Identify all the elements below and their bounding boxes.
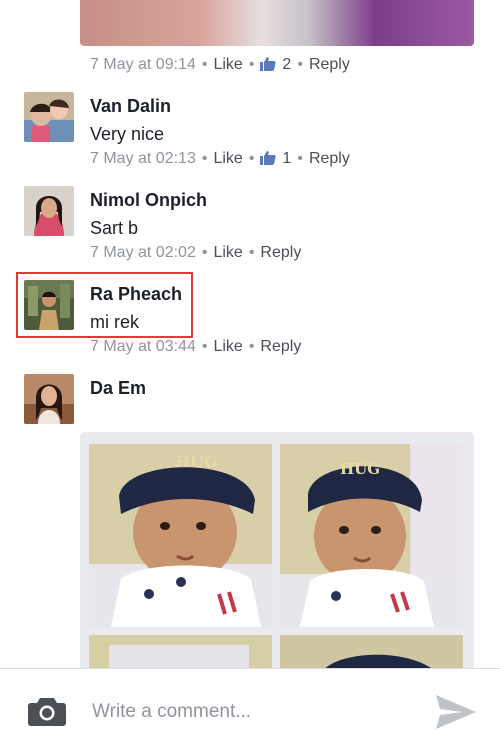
- avatar[interactable]: [24, 92, 74, 142]
- send-icon[interactable]: [434, 693, 478, 731]
- reply-button[interactable]: Reply: [309, 150, 350, 168]
- separator-dot: •: [201, 244, 208, 261]
- timestamp: 7 May at 03:44: [90, 338, 196, 355]
- photo-tile[interactable]: [89, 635, 272, 668]
- timestamp: 7 May at 09:14: [90, 56, 196, 73]
- timestamp: 7 May at 02:02: [90, 244, 196, 261]
- reply-button[interactable]: Reply: [260, 244, 301, 262]
- photo-tile[interactable]: HUG: [280, 444, 463, 627]
- comment-feed[interactable]: 7 May at 09:14 • Like • 2 • Reply Van Dalin Ve…: [0, 0, 500, 668]
- comment-text: Very nice: [90, 124, 165, 144]
- comment-composer: [0, 668, 500, 753]
- reply-button[interactable]: Reply: [260, 338, 301, 356]
- separator-dot: •: [248, 150, 255, 167]
- separator-dot: •: [297, 150, 303, 167]
- commenter-name[interactable]: Van Dalin: [90, 96, 171, 117]
- comment-input[interactable]: [90, 691, 414, 733]
- reaction-count[interactable]: 2: [282, 56, 291, 74]
- photo-tile[interactable]: [280, 635, 463, 668]
- comment-actions: 7 May at 02:13 • Like • 1 • Reply: [90, 150, 350, 168]
- photo-cap-text: HUG: [175, 452, 218, 471]
- comment-actions: 7 May at 02:02 • Like • Reply: [90, 244, 301, 262]
- photo-cap-text: HUG: [340, 460, 381, 478]
- comment-text: Sart b: [90, 218, 139, 238]
- like-button[interactable]: Like: [213, 56, 242, 74]
- like-button[interactable]: Like: [213, 338, 242, 356]
- commenter-name[interactable]: Nimol Onpich: [90, 190, 207, 211]
- like-button[interactable]: Like: [213, 150, 242, 168]
- photo-collage[interactable]: HUG HUG: [80, 432, 474, 668]
- highlight-box: [16, 272, 193, 338]
- reaction-count[interactable]: 1: [282, 150, 291, 168]
- comment-actions: 7 May at 09:14 • Like • 2 • Reply: [90, 56, 350, 74]
- separator-dot: •: [248, 244, 255, 261]
- separator-dot: •: [248, 56, 255, 73]
- like-button[interactable]: Like: [213, 244, 242, 262]
- timestamp: 7 May at 02:13: [90, 150, 196, 167]
- comment-actions: 7 May at 03:44 • Like • Reply: [90, 338, 301, 356]
- separator-dot: •: [248, 338, 255, 355]
- photo-tile[interactable]: HUG: [89, 444, 272, 627]
- attached-photo[interactable]: [80, 0, 474, 46]
- like-thumb-icon: [260, 151, 277, 165]
- separator-dot: •: [201, 338, 208, 355]
- separator-dot: •: [201, 150, 208, 167]
- reply-button[interactable]: Reply: [309, 56, 350, 74]
- commenter-name[interactable]: Da Em: [90, 378, 146, 399]
- avatar[interactable]: [24, 186, 74, 236]
- avatar[interactable]: [24, 374, 74, 424]
- separator-dot: •: [201, 56, 208, 73]
- separator-dot: •: [297, 56, 303, 73]
- like-thumb-icon: [260, 57, 277, 71]
- camera-icon[interactable]: [28, 696, 66, 726]
